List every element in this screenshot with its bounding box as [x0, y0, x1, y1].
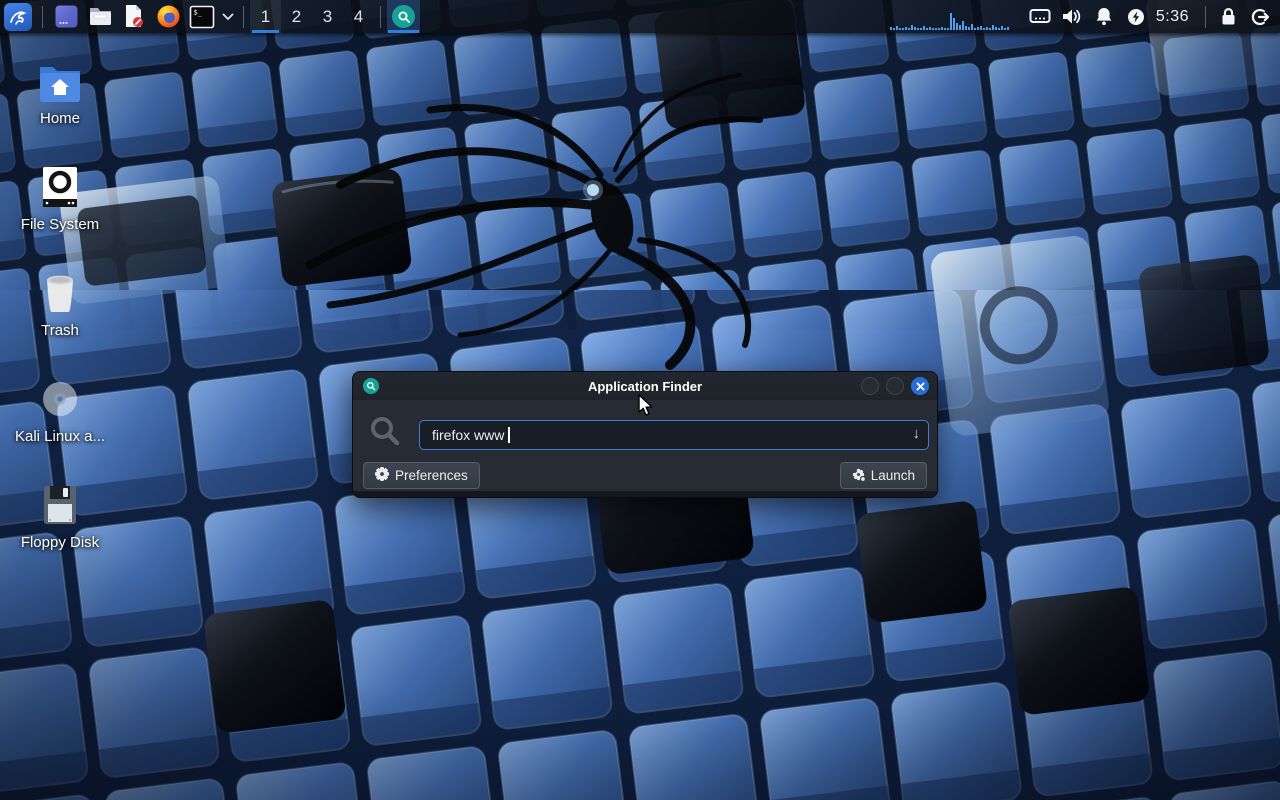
- panel-tray: 5:36: [890, 0, 1280, 33]
- lock-icon: [1220, 7, 1237, 26]
- window-title: Application Finder: [353, 379, 937, 394]
- panel-clock[interactable]: 5:36: [1152, 8, 1199, 26]
- volume-icon: [1062, 8, 1082, 25]
- text-editor-launcher[interactable]: [117, 0, 151, 33]
- desktop-icon-home[interactable]: Home: [10, 55, 110, 161]
- application-finder-window: Application Finder ↓: [352, 371, 938, 498]
- minimize-button[interactable]: [861, 377, 879, 395]
- workspace-button-2[interactable]: 2: [281, 0, 312, 33]
- terminal-dropdown-button[interactable]: [219, 0, 237, 33]
- trash-bin-icon: [38, 267, 82, 315]
- terminal-icon: $_: [189, 4, 215, 30]
- network-tray-button[interactable]: [1024, 0, 1056, 33]
- preferences-label: Preferences: [395, 468, 468, 483]
- desktop-icon-list: Home File System: [10, 55, 110, 585]
- app-window-launcher[interactable]: [49, 0, 83, 33]
- workspace-label: 1: [261, 7, 270, 27]
- desktop: Home File System: [0, 0, 1280, 800]
- svg-text:$_: $_: [194, 8, 203, 16]
- titlebar[interactable]: Application Finder: [353, 372, 937, 400]
- firefox-icon: [156, 4, 181, 29]
- bell-icon: [1095, 7, 1113, 26]
- search-input[interactable]: [419, 420, 929, 450]
- desktop-icon-label: Home: [40, 110, 80, 127]
- cpu-graph-monitor[interactable]: [890, 4, 1018, 30]
- maximize-button[interactable]: [886, 377, 904, 395]
- window-controls: [861, 377, 929, 395]
- workspace-button-4[interactable]: 4: [343, 0, 374, 33]
- panel-launchers: $_ 1 2 3 4: [0, 0, 420, 33]
- desktop-icon-label: Kali Linux a...: [15, 428, 105, 445]
- cd-disc-icon: [38, 373, 82, 421]
- kali-logo-icon: [4, 3, 32, 31]
- search-icon: [369, 415, 401, 452]
- workspace-label: 2: [292, 7, 301, 27]
- workspace-button-3[interactable]: 3: [312, 0, 343, 33]
- logout-button[interactable]: [1244, 0, 1276, 33]
- applications-menu-button[interactable]: [0, 0, 36, 33]
- text-editor-icon: [122, 4, 146, 29]
- hard-drive-icon: [38, 161, 82, 209]
- workspace-label: 3: [323, 7, 332, 27]
- desktop-icon-trash[interactable]: Trash: [10, 267, 110, 373]
- firefox-launcher[interactable]: [151, 0, 185, 33]
- workspace-button-1[interactable]: 1: [250, 0, 281, 33]
- desktop-icon-label: Floppy Disk: [21, 534, 99, 551]
- home-folder-icon: [37, 55, 83, 103]
- chevron-down-icon: [222, 13, 234, 21]
- network-icon: [1029, 8, 1051, 25]
- launch-label: Launch: [871, 468, 915, 483]
- file-manager-icon: [88, 4, 113, 29]
- lock-screen-button[interactable]: [1212, 0, 1244, 33]
- desktop-icon-floppy-disk[interactable]: Floppy Disk: [10, 479, 110, 585]
- desktop-icon-file-system[interactable]: File System: [10, 161, 110, 267]
- app-window-icon: [54, 4, 79, 29]
- file-manager-launcher[interactable]: [83, 0, 117, 33]
- power-manager-tray-button[interactable]: [1120, 0, 1152, 33]
- panel-separator: [380, 6, 381, 28]
- dialog-buttons: Preferences Launch: [363, 462, 927, 489]
- top-panel: $_ 1 2 3 4: [0, 0, 1280, 33]
- taskbar-application-finder-button[interactable]: [387, 0, 420, 33]
- desktop-icon-kali-docs[interactable]: Kali Linux a...: [10, 373, 110, 479]
- terminal-launcher[interactable]: $_: [185, 0, 219, 33]
- power-lightning-icon: [1127, 8, 1145, 26]
- launch-icon: [852, 468, 865, 484]
- preferences-button[interactable]: Preferences: [363, 462, 480, 489]
- window-app-finder-icon: [363, 378, 379, 394]
- volume-tray-button[interactable]: [1056, 0, 1088, 33]
- panel-separator: [1205, 6, 1206, 28]
- app-finder-icon: [392, 5, 415, 28]
- panel-separator: [42, 6, 43, 28]
- close-button[interactable]: [911, 377, 929, 395]
- dropdown-arrow-icon[interactable]: ↓: [913, 425, 921, 442]
- desktop-icon-label: File System: [21, 216, 99, 233]
- text-caret: [508, 427, 510, 443]
- workspace-label: 4: [354, 7, 363, 27]
- launch-button[interactable]: Launch: [840, 462, 927, 489]
- gear-icon: [375, 467, 389, 484]
- logout-icon: [1251, 8, 1270, 26]
- notifications-tray-button[interactable]: [1088, 0, 1120, 33]
- panel-separator: [243, 6, 244, 28]
- desktop-icon-label: Trash: [41, 322, 79, 339]
- search-input-wrap: ↓: [419, 420, 929, 450]
- floppy-disk-icon: [38, 479, 82, 527]
